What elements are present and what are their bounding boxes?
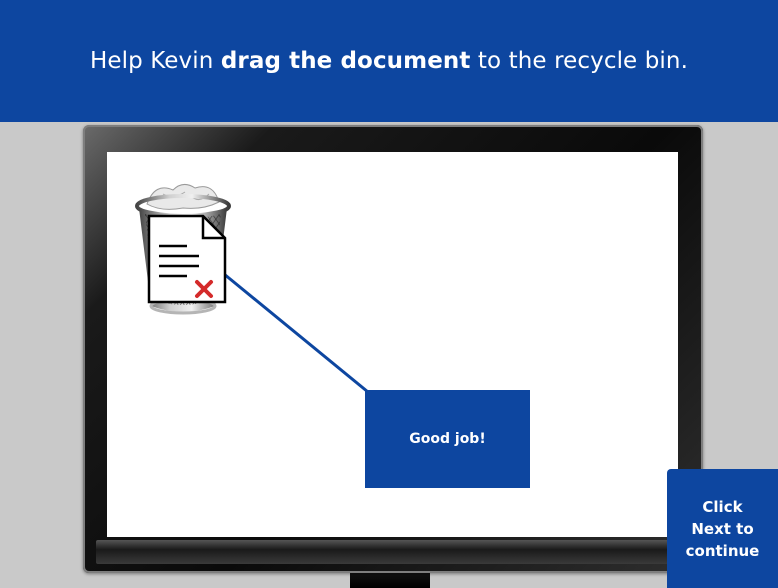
- instruction-text: Help Kevin drag the document to the recy…: [90, 48, 688, 74]
- next-prompt-line3: continue: [685, 541, 760, 560]
- instruction-suffix: to the recycle bin.: [470, 48, 689, 74]
- document-icon[interactable]: [147, 214, 227, 304]
- next-prompt-line2: Next to: [691, 519, 754, 538]
- feedback-callout: Good job!: [365, 390, 530, 488]
- next-prompt-line1: Click: [702, 497, 743, 516]
- feedback-message: Good job!: [409, 431, 486, 447]
- monitor-bottom-bezel: [96, 540, 690, 564]
- instruction-banner: Help Kevin drag the document to the recy…: [0, 0, 778, 122]
- instruction-bold: drag the document: [220, 48, 471, 74]
- next-prompt: Click Next to continue: [667, 469, 778, 588]
- instruction-prefix: Help Kevin: [89, 48, 221, 74]
